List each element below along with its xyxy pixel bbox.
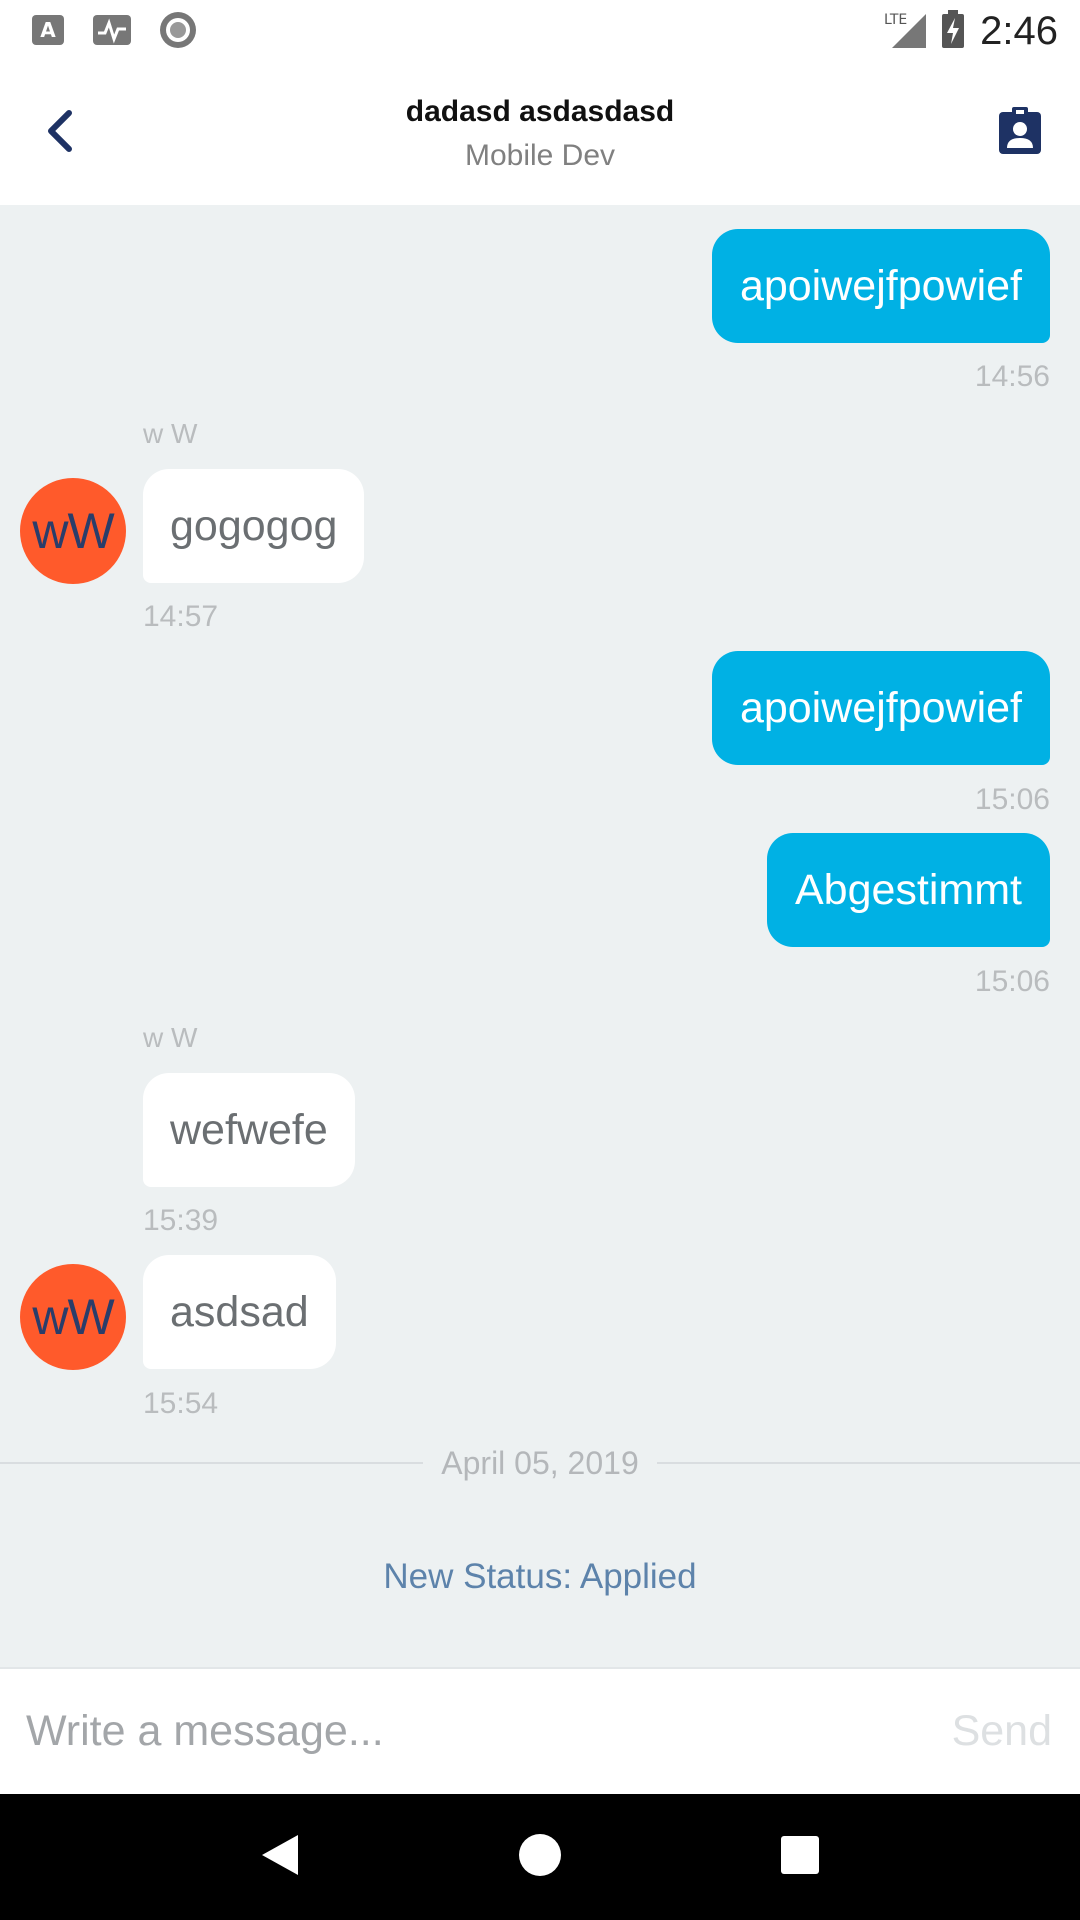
contact-badge-icon <box>997 106 1043 160</box>
avatar[interactable]: wW <box>20 1264 126 1370</box>
profile-button[interactable] <box>990 103 1050 163</box>
contact-subtitle: Mobile Dev <box>464 139 616 172</box>
sender-name: w W <box>143 418 198 449</box>
svg-text:A: A <box>40 18 56 42</box>
system-nav-bar <box>0 1794 1080 1920</box>
sender-name: w W <box>143 1022 198 1053</box>
divider <box>656 1462 1080 1464</box>
message-bubble-outgoing[interactable]: apoiwejfpowief <box>711 229 1050 343</box>
message-bubble-incoming[interactable]: gogogog <box>143 469 365 583</box>
message-time: 14:57 <box>143 600 219 633</box>
nav-recents-button[interactable] <box>760 1817 840 1897</box>
battery-charging-icon <box>940 9 966 54</box>
circle-home-icon <box>517 1832 563 1882</box>
status-update: New Status: Applied <box>383 1557 697 1596</box>
nav-home-button[interactable] <box>500 1817 580 1897</box>
date-label: April 05, 2019 <box>441 1444 639 1481</box>
chat-header: dadasd asdasdasd Mobile Dev <box>0 63 1080 205</box>
triangle-back-icon <box>258 1831 302 1883</box>
message-time: 14:56 <box>974 360 1050 393</box>
date-separator: April 05, 2019 <box>0 1443 1080 1483</box>
activity-icon <box>92 13 132 51</box>
message-time: 15:54 <box>143 1387 219 1420</box>
message-time: 15:06 <box>974 783 1050 816</box>
avatar[interactable]: wW <box>20 478 126 584</box>
message-time: 15:39 <box>143 1204 219 1237</box>
screen: A LTE 2:46 dadasd asdasdasd Mobile Dev a… <box>0 0 1080 1920</box>
message-bubble-incoming[interactable]: wefwefe <box>143 1073 355 1187</box>
contact-name: dadasd asdasdasd <box>405 95 675 128</box>
svg-text:LTE: LTE <box>884 12 907 28</box>
status-time: 2:46 <box>980 9 1058 53</box>
record-icon <box>158 10 198 54</box>
signal-icon: LTE <box>882 10 927 54</box>
a-letter-icon: A <box>30 13 66 51</box>
divider <box>0 1462 424 1464</box>
status-bar: A LTE 2:46 <box>0 0 1080 63</box>
message-time: 15:06 <box>974 965 1050 998</box>
nav-back-button[interactable] <box>240 1817 320 1897</box>
message-composer: Send <box>0 1667 1080 1794</box>
square-recents-icon <box>779 1834 821 1880</box>
send-button[interactable]: Send <box>952 1707 1052 1756</box>
message-input[interactable] <box>26 1707 952 1756</box>
message-bubble-incoming[interactable]: asdsad <box>143 1255 336 1369</box>
message-bubble-outgoing[interactable]: apoiwejfpowief <box>711 651 1050 765</box>
message-list[interactable]: apoiwejfpowief 14:56 w W wW gogogog 14:5… <box>0 205 1080 1667</box>
message-bubble-outgoing[interactable]: Abgestimmt <box>766 833 1050 947</box>
